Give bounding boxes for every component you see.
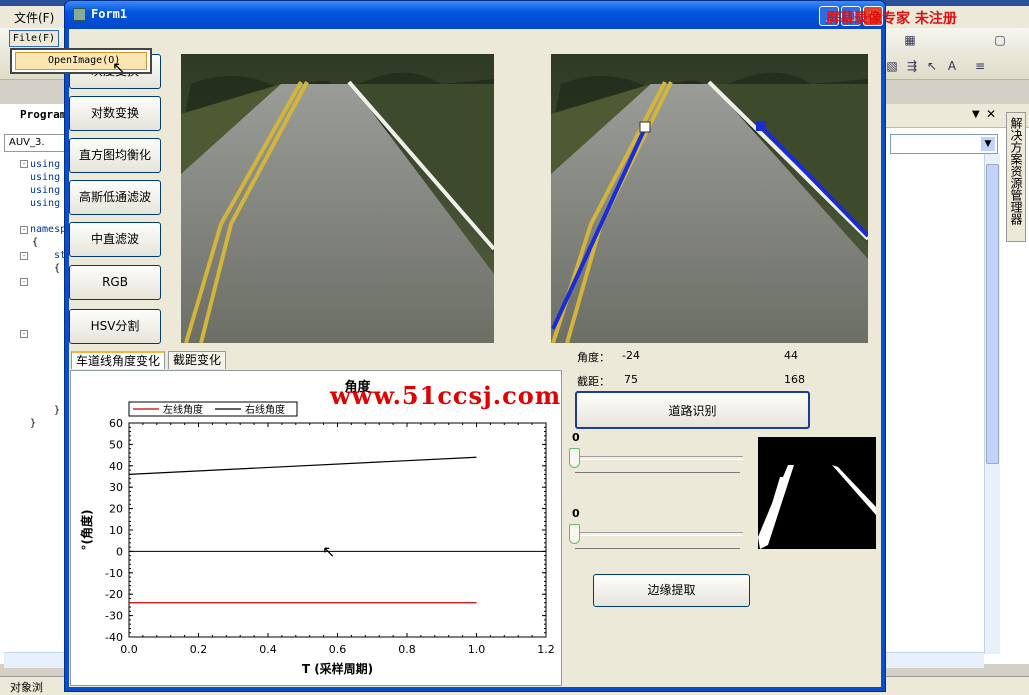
ide-tab-program[interactable]: Program bbox=[20, 108, 66, 121]
y-tick-label: 50 bbox=[109, 438, 123, 451]
fold-toggle[interactable]: - bbox=[20, 226, 28, 234]
x-tick-label: 1.0 bbox=[468, 643, 486, 656]
code-line: { bbox=[54, 263, 61, 274]
edge-binary-image bbox=[758, 437, 876, 549]
slider2-thumb[interactable] bbox=[569, 524, 580, 544]
code-line: using bbox=[30, 198, 61, 209]
ide-vertical-scrollbar[interactable] bbox=[984, 154, 1000, 654]
solution-explorer-tab[interactable]: 解决方案资源管理器 bbox=[1006, 112, 1026, 242]
menu-item-open-image[interactable]: OpenImage(O) bbox=[15, 52, 147, 70]
window-icon[interactable]: ▢ bbox=[992, 32, 1008, 48]
mouse-cursor-icon: ↖ bbox=[112, 58, 126, 77]
angle-right-value: 44 bbox=[784, 349, 798, 362]
y-tick-label: 0 bbox=[116, 545, 123, 558]
x-tick-label: 0.4 bbox=[259, 643, 277, 656]
site-watermark: www.51ccsj.com bbox=[330, 381, 562, 410]
ide-file-tab[interactable]: AUV_3. bbox=[4, 134, 66, 152]
x-axis-label: T (采样周期) bbox=[302, 661, 373, 676]
histogram-eq-button[interactable]: 直方图均衡化 bbox=[69, 138, 161, 173]
median-filter-button[interactable]: 中直滤波 bbox=[69, 222, 161, 257]
tab-lane-angle[interactable]: 车道线角度变化 bbox=[71, 351, 166, 369]
gaussian-lowpass-button[interactable]: 高斯低通滤波 bbox=[69, 180, 161, 215]
chart-panel: 60 50 40 30 20 10 0 -10 -20 -30 -40 0.0 0.2 0.4 0.6 0.8… bbox=[70, 370, 562, 686]
legend-label: 右线角度 bbox=[245, 403, 285, 416]
slider1-track[interactable] bbox=[573, 456, 743, 460]
scroll-thumb[interactable] bbox=[986, 164, 999, 464]
code-line: { bbox=[32, 237, 39, 248]
y-tick-label: 20 bbox=[109, 503, 123, 516]
ide-member-combo[interactable]: ▼ bbox=[890, 134, 998, 154]
plot-frame bbox=[128, 422, 547, 638]
code-line: using bbox=[30, 159, 61, 170]
recorder-watermark: 屏幕录像专家 未注册 bbox=[826, 11, 957, 27]
legend-label: 左线角度 bbox=[163, 403, 203, 416]
slider2-track[interactable] bbox=[573, 532, 743, 536]
series-line bbox=[128, 456, 477, 475]
x-tick-label: 0.6 bbox=[329, 643, 347, 656]
intercept-label: 截距： bbox=[577, 375, 610, 388]
object-browser-tab[interactable]: 对象浏 bbox=[10, 679, 43, 695]
dropdown-arrow-icon[interactable]: ▼ bbox=[972, 109, 980, 120]
pointer-icon[interactable]: ↖ bbox=[924, 58, 940, 74]
close-icon[interactable]: ✕ bbox=[986, 107, 996, 121]
ide-menu-file[interactable]: 文件(F) bbox=[14, 9, 54, 26]
y-tick-label: -30 bbox=[105, 610, 123, 623]
fold-toggle[interactable]: - bbox=[20, 330, 28, 338]
app-icon bbox=[73, 8, 86, 21]
code-line: using bbox=[30, 185, 61, 196]
align-icon[interactable]: ≡ bbox=[972, 58, 988, 74]
mouse-cursor-icon: ↖ bbox=[322, 542, 336, 561]
x-tick-label: 0.8 bbox=[398, 643, 416, 656]
tab-intercept[interactable]: 截距变化 bbox=[168, 351, 227, 369]
edge-extract-button[interactable]: 边缘提取 bbox=[593, 574, 750, 607]
y-tick-label: -20 bbox=[105, 588, 123, 601]
form-titlebar[interactable]: Form1 _ □ ✕ bbox=[65, 1, 885, 29]
code-line: } bbox=[54, 405, 61, 416]
intercept-left-value: 75 bbox=[624, 373, 638, 386]
config-icon[interactable]: ▦ bbox=[902, 32, 918, 48]
slider2-ticks bbox=[575, 548, 740, 552]
form-title: Form1 bbox=[91, 7, 128, 21]
original-road-image bbox=[181, 54, 494, 343]
menu-file[interactable]: File(F) bbox=[9, 30, 59, 47]
processed-road-image bbox=[551, 54, 868, 343]
indent-icon[interactable]: ⇶ bbox=[904, 58, 920, 74]
log-transform-button[interactable]: 对数变换 bbox=[69, 96, 161, 131]
slider2-value: 0 bbox=[572, 507, 580, 520]
y-axis-label: °(角度) bbox=[79, 510, 94, 551]
intercept-right-value: 168 bbox=[784, 373, 805, 386]
y-tick-label: 60 bbox=[109, 417, 123, 430]
code-line: namesp bbox=[30, 224, 67, 235]
angle-left-value: -24 bbox=[622, 349, 640, 362]
font-icon[interactable]: A bbox=[944, 58, 960, 74]
code-line: } bbox=[30, 418, 37, 429]
chevron-down-icon[interactable]: ▼ bbox=[981, 137, 995, 151]
slider1-value: 0 bbox=[572, 431, 580, 444]
code-line: using bbox=[30, 172, 61, 183]
angle-chart: 6050403020100-10-20-30-400.0 0.2 0.4 0.6 0.8… bbox=[79, 379, 555, 676]
fold-toggle[interactable]: - bbox=[20, 278, 28, 286]
slider1-thumb[interactable] bbox=[569, 448, 580, 468]
file-dropdown: OpenImage(O) bbox=[10, 48, 152, 74]
x-tick-label: 0.2 bbox=[190, 643, 208, 656]
y-tick-label: 30 bbox=[109, 481, 123, 494]
slider1-ticks bbox=[575, 472, 740, 476]
x-tick-label: 1.2 bbox=[537, 643, 555, 656]
x-tick-label: 0.0 bbox=[120, 643, 138, 656]
hsv-segment-button[interactable]: HSV分割 bbox=[69, 309, 161, 344]
y-tick-label: -10 bbox=[105, 567, 123, 580]
rgb-button[interactable]: RGB bbox=[69, 265, 161, 300]
y-tick-label: 10 bbox=[109, 524, 123, 537]
fold-toggle[interactable]: - bbox=[20, 160, 28, 168]
road-detect-button[interactable]: 道路识别 bbox=[575, 391, 810, 429]
format-icon[interactable]: ▧ bbox=[884, 58, 900, 74]
angle-label: 角度： bbox=[577, 351, 610, 364]
fold-toggle[interactable]: - bbox=[20, 252, 28, 260]
y-tick-label: 40 bbox=[109, 460, 123, 473]
